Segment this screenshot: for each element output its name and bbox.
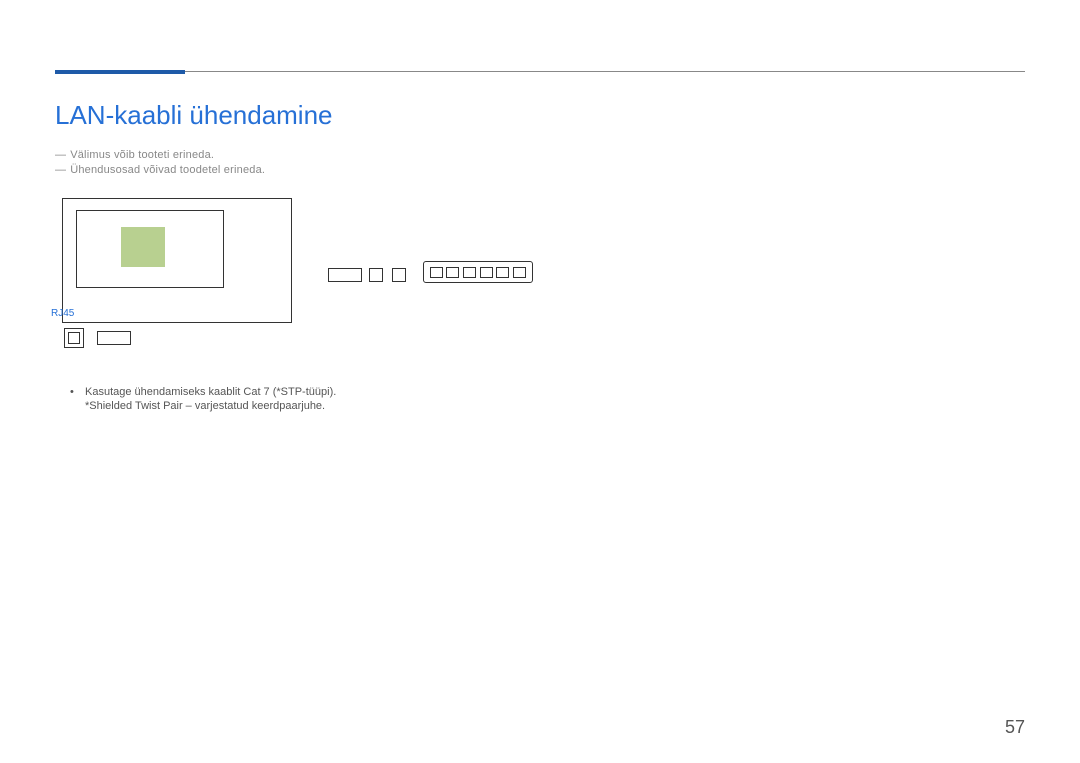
switch-port-icon [463,267,476,278]
rj45-label: RJ45 [51,308,74,319]
device-highlight-area [121,227,165,267]
switch-port-icon [480,267,493,278]
rj45-jack-icon [392,268,406,282]
switch-port-icon [496,267,509,278]
rj45-jack-icon [369,268,383,282]
page-title: LAN-kaabli ühendamine [55,100,1025,131]
page-number: 57 [1005,717,1025,738]
instruction-item: Kasutage ühendamiseks kaablit Cat 7 (*ST… [75,386,1025,398]
rj45-port-icon [64,328,84,348]
header-accent-line [55,70,185,74]
note-appearance: Välimus võib tooteti erineda. [55,149,1025,161]
cable-plug-icon [97,331,131,345]
switch-port-icon [513,267,526,278]
rj45-port-inner [68,332,80,344]
note-connectors: Ühendusosad võivad toodetel erineda. [55,164,1025,176]
cable-plug-icon [328,268,362,282]
device-rear-illustration [62,198,292,323]
content-area: LAN-kaabli ühendamine Välimus võib toote… [55,100,1025,412]
instruction-footnote: *Shielded Twist Pair – varjestatud keerd… [75,400,1025,412]
network-switch-illustration [423,261,533,283]
switch-port-icon [446,267,459,278]
instructions-list: Kasutage ühendamiseks kaablit Cat 7 (*ST… [55,386,1025,412]
switch-port-icon [430,267,443,278]
header-divider [185,71,1025,72]
connection-diagram: RJ45 [55,191,1025,371]
